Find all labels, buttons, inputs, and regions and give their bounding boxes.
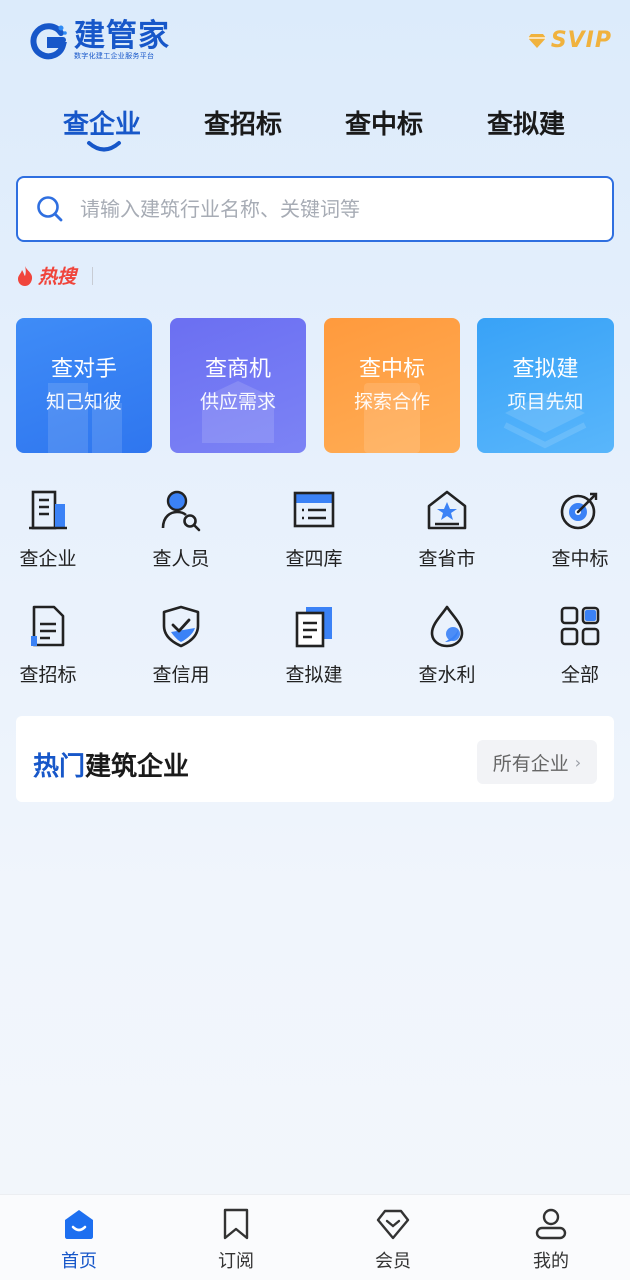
logo-g-icon bbox=[30, 22, 67, 59]
nav-subscribe[interactable]: 订阅 bbox=[186, 1207, 286, 1273]
files-icon bbox=[295, 607, 332, 648]
grid-item-personnel[interactable]: 查人员 bbox=[136, 488, 226, 571]
hot-search-label: 热搜 bbox=[38, 266, 77, 288]
hot-search: 热搜 bbox=[16, 262, 94, 289]
nav-membership[interactable]: 会员 bbox=[343, 1207, 443, 1273]
all-companies-label: 所有企业 bbox=[492, 752, 569, 775]
grid-item-all[interactable]: 全部 bbox=[535, 604, 625, 687]
card-subtitle: 供应需求 bbox=[199, 391, 276, 413]
nav-mine[interactable]: 我的 bbox=[501, 1207, 601, 1273]
card-title: 查拟建 bbox=[512, 357, 579, 382]
feature-card-winning[interactable]: 查中标 探索合作 bbox=[324, 318, 460, 453]
house-star-icon bbox=[427, 490, 467, 530]
grid-item-province-city[interactable]: 查省市 bbox=[402, 488, 492, 571]
search-input[interactable] bbox=[80, 197, 580, 221]
feature-card-competitor[interactable]: 查对手 知己知彼 bbox=[16, 318, 152, 453]
tab-proposed[interactable]: 查拟建 bbox=[487, 104, 565, 141]
app-name: 建管家 bbox=[74, 18, 170, 54]
search-icon bbox=[37, 196, 63, 222]
diamond-gold-icon bbox=[527, 33, 546, 48]
flame-icon bbox=[18, 265, 33, 286]
diamond-icon bbox=[376, 1209, 410, 1240]
shield-check-icon bbox=[162, 605, 200, 648]
document-icon bbox=[31, 605, 65, 647]
bottom-nav: 首页 订阅 会员 我的 bbox=[0, 1194, 630, 1280]
target-icon bbox=[560, 492, 598, 530]
tab-active-indicator bbox=[87, 141, 121, 152]
card-subtitle: 知己知彼 bbox=[45, 391, 122, 413]
bookmark-icon bbox=[223, 1208, 249, 1240]
chevron-right-icon: › bbox=[574, 752, 582, 772]
tab-tender[interactable]: 查招标 bbox=[204, 104, 282, 141]
category-tabs: 查企业 查招标 查中标 查拟建 bbox=[0, 98, 630, 158]
hot-companies-section: 热门建筑企业 所有企业 › bbox=[16, 716, 614, 802]
card-subtitle: 探索合作 bbox=[353, 391, 430, 413]
hot-divider bbox=[92, 266, 94, 285]
grid-label: 查水利 bbox=[418, 664, 476, 686]
svip-button[interactable]: SVIP bbox=[527, 28, 612, 53]
grid-apps-icon bbox=[560, 606, 600, 646]
grid-item-proposed[interactable]: 查拟建 bbox=[269, 604, 359, 687]
nav-label: 首页 bbox=[61, 1251, 97, 1272]
feature-card-proposed[interactable]: 查拟建 项目先知 bbox=[477, 318, 614, 453]
card-title: 查商机 bbox=[204, 357, 271, 382]
nav-label: 我的 bbox=[533, 1251, 569, 1272]
section-title: 热门建筑企业 bbox=[33, 746, 189, 783]
app-logo: 建管家 数字化建工企业服务平台 bbox=[28, 20, 170, 61]
grid-item-winning-bid[interactable]: 查中标 bbox=[535, 488, 625, 571]
search-bar[interactable] bbox=[16, 176, 614, 242]
section-title-highlight: 热门 bbox=[33, 752, 86, 782]
person-search-icon bbox=[161, 490, 201, 532]
grid-label: 查招标 bbox=[19, 664, 77, 686]
grid-item-four-databases[interactable]: 查四库 bbox=[269, 488, 359, 571]
grid-item-water[interactable]: 查水利 bbox=[402, 604, 492, 687]
grid-item-credit[interactable]: 查信用 bbox=[136, 604, 226, 687]
nav-label: 会员 bbox=[375, 1251, 411, 1272]
grid-label: 查企业 bbox=[19, 548, 77, 570]
nav-label: 订阅 bbox=[218, 1251, 254, 1272]
home-icon bbox=[65, 1210, 93, 1239]
database-list-icon bbox=[293, 491, 335, 528]
grid-label: 查人员 bbox=[152, 548, 210, 570]
user-icon bbox=[535, 1208, 567, 1240]
svip-label: SVIP bbox=[550, 28, 612, 53]
all-companies-button[interactable]: 所有企业 › bbox=[477, 740, 597, 784]
grid-label: 查省市 bbox=[418, 548, 476, 570]
grid-label: 查四库 bbox=[285, 548, 343, 570]
feature-card-opportunity[interactable]: 查商机 供应需求 bbox=[170, 318, 306, 453]
app-header: 建管家 数字化建工企业服务平台 SVIP bbox=[0, 0, 630, 90]
grid-item-company[interactable]: 查企业 bbox=[3, 488, 93, 571]
nav-home[interactable]: 首页 bbox=[29, 1207, 129, 1273]
card-subtitle: 项目先知 bbox=[507, 391, 584, 413]
grid-label: 查信用 bbox=[152, 664, 210, 686]
grid-item-tender[interactable]: 查招标 bbox=[3, 604, 93, 687]
section-title-rest: 建筑企业 bbox=[85, 752, 190, 782]
grid-label: 全部 bbox=[560, 664, 599, 686]
card-title: 查对手 bbox=[50, 357, 117, 382]
water-drop-icon bbox=[430, 605, 464, 648]
grid-label: 查中标 bbox=[551, 548, 609, 570]
card-title: 查中标 bbox=[358, 357, 425, 382]
tab-company[interactable]: 查企业 bbox=[63, 104, 141, 141]
tab-winning-bid[interactable]: 查中标 bbox=[345, 104, 423, 141]
grid-label: 查拟建 bbox=[285, 664, 343, 686]
building-icon bbox=[29, 490, 67, 530]
